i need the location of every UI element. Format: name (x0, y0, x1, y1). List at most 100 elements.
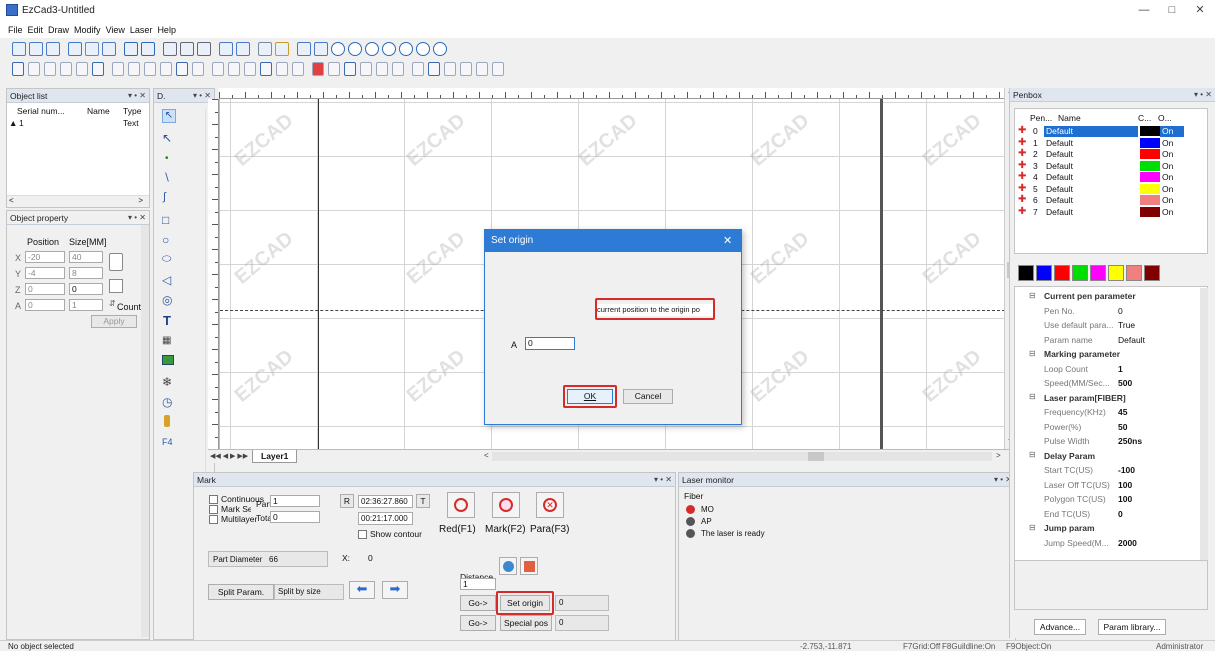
group-icon[interactable] (297, 42, 311, 56)
pen-on-status[interactable]: On (1160, 138, 1184, 149)
redo-icon[interactable] (141, 42, 155, 56)
param-row[interactable]: Speed(MM/Sec... 500 (1024, 376, 1206, 390)
modify-tool-icon[interactable] (312, 62, 324, 76)
modify-tool-icon[interactable] (160, 62, 172, 76)
object-list-scrollbar[interactable]: < > (7, 195, 149, 207)
distance-input[interactable]: 1 (460, 578, 496, 590)
palette-swatch[interactable] (1144, 265, 1160, 281)
modify-tool-icon[interactable] (376, 62, 388, 76)
modify-tool-icon[interactable] (328, 62, 340, 76)
column-name[interactable]: Name (87, 106, 110, 116)
param-scrollbar[interactable] (1200, 288, 1208, 560)
copy-icon[interactable] (85, 42, 99, 56)
modify-tool-icon[interactable] (260, 62, 272, 76)
zoom-icon[interactable] (331, 42, 345, 56)
lock-ratio-icon[interactable] (109, 253, 123, 271)
pin-icon[interactable]: ▾ • ✕ (128, 89, 146, 103)
palette-swatch[interactable] (1126, 265, 1142, 281)
param-row[interactable]: Start TC(US) -100 (1024, 463, 1206, 477)
column-on[interactable]: O... (1158, 113, 1172, 123)
zoom-in-icon[interactable] (348, 42, 362, 56)
rotate-left-button[interactable]: ⬅ (349, 581, 375, 599)
param-row[interactable]: Jump Speed(M... 2000 (1024, 536, 1206, 550)
part-input[interactable]: 1 (270, 495, 320, 507)
modify-tool-icon[interactable] (492, 62, 504, 76)
pen-row[interactable]: ✚ 3 Default On (1014, 160, 1206, 172)
param-row[interactable]: Use default para... True (1024, 318, 1206, 332)
modify-tool-icon[interactable] (360, 62, 372, 76)
menu-edit[interactable]: Edit (28, 22, 44, 38)
menu-draw[interactable]: Draw (48, 22, 69, 38)
column-serial[interactable]: Serial num... (17, 106, 65, 116)
cut-icon[interactable] (68, 42, 82, 56)
select-all-icon[interactable] (163, 42, 177, 56)
param-row[interactable]: End TC(US) 0 (1024, 507, 1206, 521)
list-icon[interactable] (258, 42, 272, 56)
param-section[interactable]: Delay Param (1024, 449, 1206, 463)
reset-time-button[interactable]: T (416, 494, 430, 508)
property-scrollbar[interactable] (141, 225, 149, 637)
minimize-icon[interactable]: — (1136, 2, 1152, 18)
y-position-input[interactable]: -4 (25, 267, 65, 279)
pen-row[interactable]: ✚ 7 Default On (1014, 206, 1206, 218)
scroll-right-icon[interactable]: > (138, 196, 143, 205)
a-position-input[interactable]: 0 (25, 299, 65, 311)
param-row[interactable]: Polygon TC(US) 100 (1024, 492, 1206, 506)
scroll-left-icon[interactable]: < (484, 451, 489, 460)
para-label[interactable]: Para(F3) (530, 524, 569, 535)
param-section[interactable]: Laser param[FIBER] (1024, 391, 1206, 405)
show-contour-checkbox[interactable] (358, 530, 367, 539)
pattern-button[interactable] (520, 557, 538, 575)
pen-on-status[interactable]: On (1160, 172, 1184, 183)
param-row[interactable]: Loop Count 1 (1024, 362, 1206, 376)
x-position-input[interactable]: -20 (25, 251, 65, 263)
z-size-input[interactable]: 0 (69, 283, 103, 295)
collapse-icon[interactable]: ⊟ (1029, 291, 1036, 300)
scrollbar-thumb[interactable] (808, 452, 824, 461)
modify-tool-icon[interactable] (292, 62, 304, 76)
reset-part-button[interactable]: R (340, 494, 354, 508)
window2-icon[interactable] (236, 42, 250, 56)
layer-nav-icon[interactable]: ◀◀ ◀ ▶ ▶▶ (210, 452, 248, 460)
modify-tool-icon[interactable] (344, 62, 356, 76)
pin-icon[interactable]: ▾ • ✕ (654, 473, 672, 487)
rotate-right-button[interactable]: ➡ (382, 581, 408, 599)
spin-icon[interactable]: ⇵ (109, 299, 116, 308)
pen-on-status[interactable]: On (1160, 195, 1184, 206)
canvas-horizontal-scrollbar[interactable] (492, 452, 992, 461)
palette-swatch[interactable] (1018, 265, 1034, 281)
save-icon[interactable] (46, 42, 60, 56)
param-row[interactable]: Frequency(KHz) 45 (1024, 405, 1206, 419)
modify-tool-icon[interactable] (144, 62, 156, 76)
param-row[interactable]: Pen No. 0 (1024, 304, 1206, 318)
modify-tool-icon[interactable] (412, 62, 424, 76)
modify-tool-icon[interactable] (444, 62, 456, 76)
collapse-icon[interactable]: ⊟ (1029, 450, 1036, 459)
param-section[interactable]: Marking parameter (1024, 347, 1206, 361)
go-button-2[interactable]: Go-> (460, 615, 496, 631)
total-input[interactable]: 0 (270, 511, 320, 523)
go-button-1[interactable]: Go-> (460, 595, 496, 611)
laser-icon[interactable] (314, 42, 328, 56)
ruler-icon[interactable] (180, 42, 194, 56)
modify-tool-icon[interactable] (112, 62, 124, 76)
tools-icon[interactable] (275, 42, 289, 56)
modify-tool-icon[interactable] (476, 62, 488, 76)
object-snap-status[interactable]: F9Object:On (1006, 642, 1051, 651)
pen-on-status[interactable]: On (1160, 207, 1184, 218)
paste-icon[interactable] (102, 42, 116, 56)
column-type[interactable]: Type (123, 106, 141, 116)
param-row[interactable]: Laser Off TC(US) 100 (1024, 478, 1206, 492)
red-light-button[interactable] (447, 492, 475, 518)
param-button[interactable]: ✕ (536, 492, 564, 518)
modify-tool-icon[interactable] (460, 62, 472, 76)
grid-anchor-icon[interactable] (109, 279, 123, 293)
palette-swatch[interactable] (1036, 265, 1052, 281)
param-library-button[interactable]: Param library... (1098, 619, 1166, 635)
new-icon[interactable] (12, 42, 26, 56)
modify-tool-icon[interactable] (212, 62, 224, 76)
modify-tool-icon[interactable] (392, 62, 404, 76)
palette-swatch[interactable] (1054, 265, 1070, 281)
pin-icon[interactable]: ▾ • ✕ (1194, 88, 1212, 102)
y-size-input[interactable]: 8 (69, 267, 103, 279)
